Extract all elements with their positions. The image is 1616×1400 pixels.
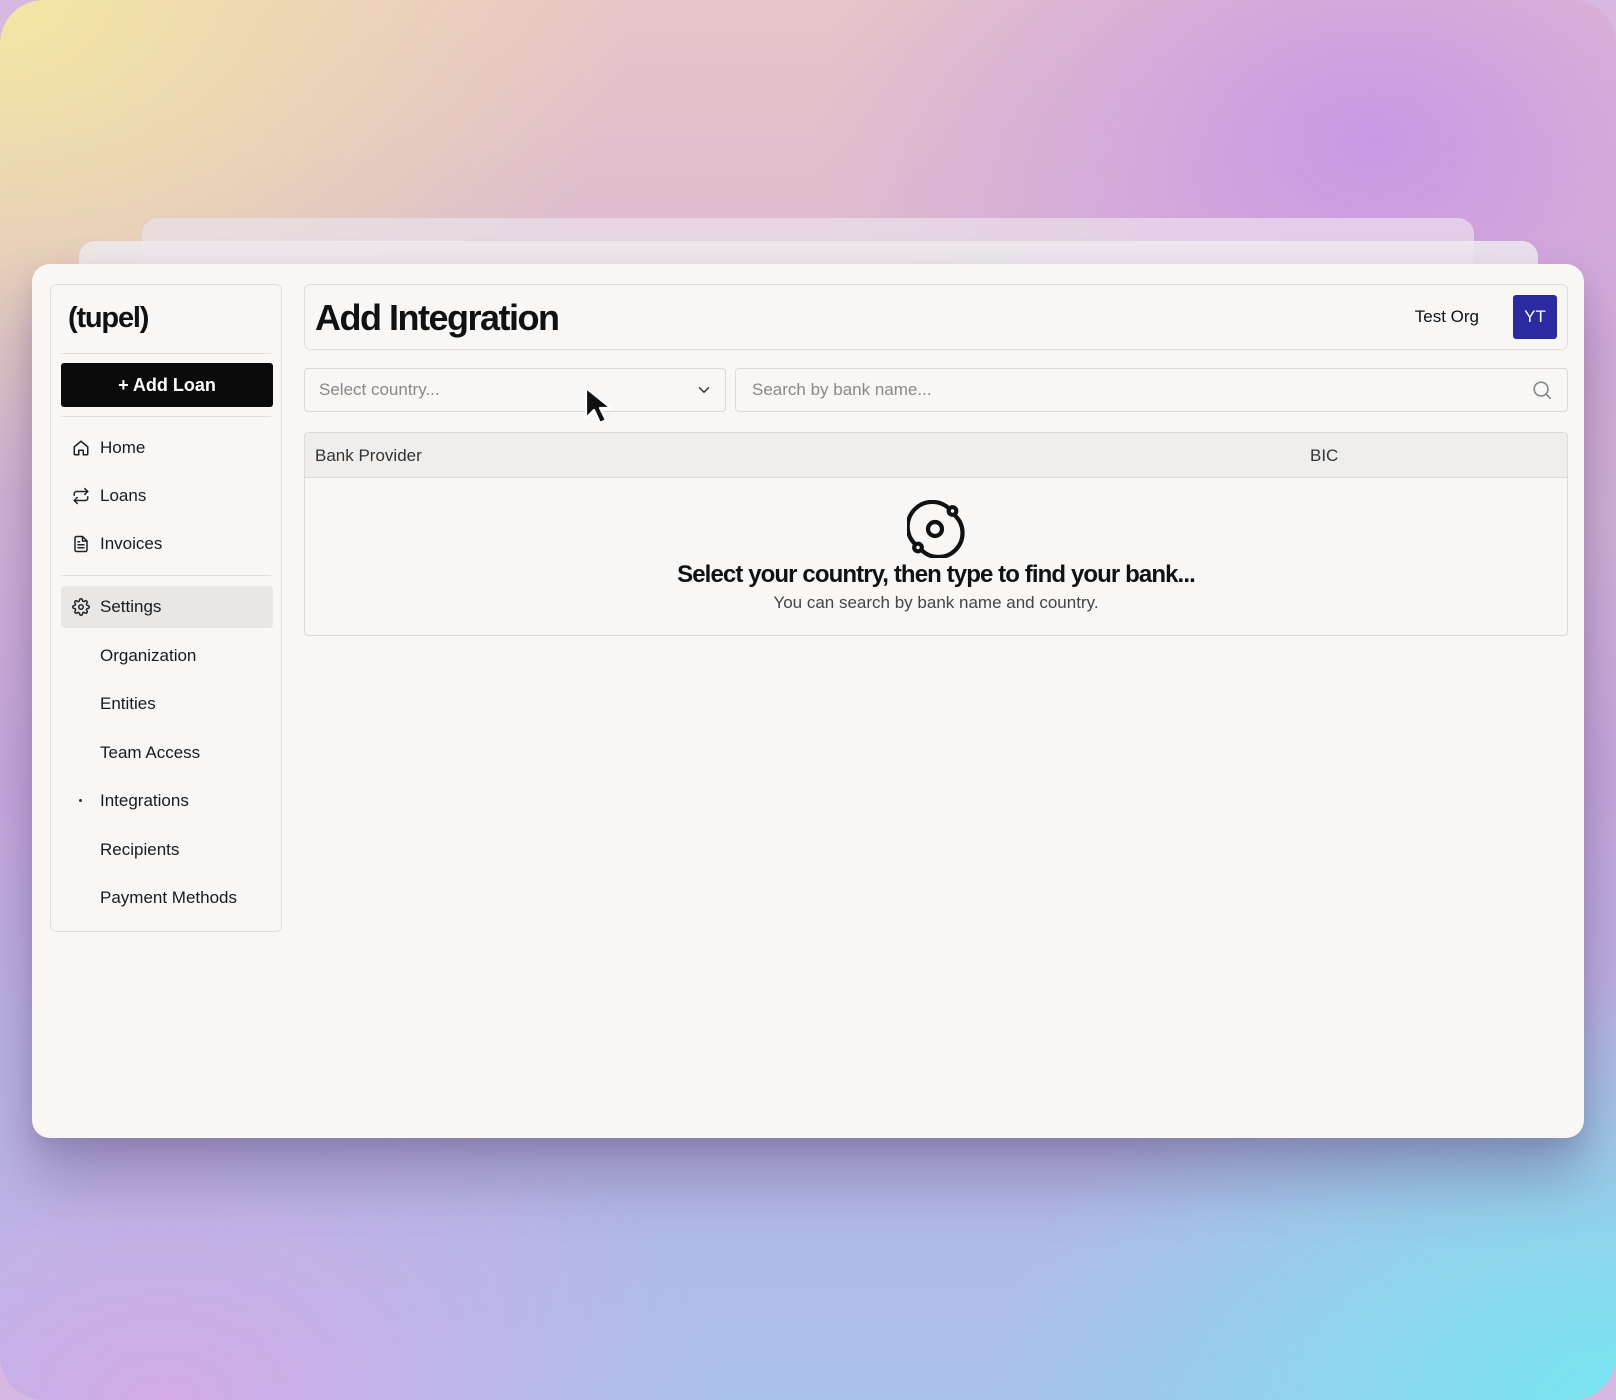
sidebar-item-invoices[interactable]: Invoices: [61, 523, 273, 565]
sidebar-item-settings[interactable]: Settings: [61, 586, 273, 628]
sidebar-item-label: Settings: [100, 597, 162, 616]
empty-state-title: Select your country, then type to find y…: [677, 561, 1196, 588]
page-header: Add Integration Test Org YT: [304, 284, 1568, 350]
sidebar-subitem-label: Team Access: [100, 743, 201, 762]
bank-provider-table: Bank Provider BIC Select your country, t…: [304, 432, 1568, 636]
divider: [61, 575, 271, 576]
column-header-bic[interactable]: BIC: [1310, 446, 1338, 466]
sidebar-subitem-label: Integrations: [100, 791, 189, 810]
sidebar-item-label: Invoices: [100, 534, 163, 553]
logo[interactable]: (tupel): [68, 302, 149, 335]
current-page-dot: [79, 799, 82, 802]
sidebar-subitem-label: Payment Methods: [100, 888, 238, 907]
sidebar-subitem-team-access[interactable]: Team Access: [61, 732, 273, 774]
sidebar: (tupel) + Add Loan Home Loans Invoices S…: [50, 284, 282, 932]
arrows-icon: [71, 486, 91, 506]
page-title: Add Integration: [315, 297, 560, 338]
sidebar-subitem-entities[interactable]: Entities: [61, 683, 273, 725]
home-icon: [71, 438, 91, 458]
chevron-down-icon: [698, 387, 710, 393]
sidebar-item-label: Home: [100, 438, 146, 457]
document-icon: [71, 534, 91, 554]
orbit-icon: [907, 500, 965, 558]
divider: [61, 416, 271, 417]
sidebar-subitem-payment-methods[interactable]: Payment Methods: [61, 877, 273, 919]
sidebar-item-home[interactable]: Home: [61, 427, 273, 469]
sidebar-subitem-label: Recipients: [100, 840, 180, 859]
sidebar-subitem-label: Organization: [100, 646, 197, 665]
sidebar-subitem-organization[interactable]: Organization: [61, 635, 273, 677]
sidebar-item-loans[interactable]: Loans: [61, 475, 273, 517]
sidebar-item-label: Loans: [100, 486, 147, 505]
avatar[interactable]: YT: [1513, 295, 1557, 339]
add-loan-button[interactable]: + Add Loan: [61, 363, 273, 407]
column-header-bank-provider[interactable]: Bank Provider: [315, 446, 422, 466]
sidebar-subitem-label: Entities: [100, 694, 156, 713]
search-icon[interactable]: [1531, 379, 1553, 401]
country-select-placeholder: Select country...: [319, 380, 440, 399]
org-switcher[interactable]: Test Org: [1415, 307, 1479, 327]
bank-search-input[interactable]: [750, 379, 1531, 401]
divider: [61, 353, 271, 354]
empty-state-subtitle: You can search by bank name and country.: [773, 593, 1099, 612]
sidebar-subitem-integrations[interactable]: Integrations: [61, 780, 273, 822]
gear-icon: [71, 597, 91, 617]
app-window: (tupel) + Add Loan Home Loans Invoices S…: [32, 264, 1584, 1138]
country-select[interactable]: Select country...: [304, 368, 726, 412]
sidebar-subitem-recipients[interactable]: Recipients: [61, 829, 273, 871]
table-header: Bank Provider BIC: [305, 433, 1567, 478]
bank-search-box: [735, 368, 1568, 412]
